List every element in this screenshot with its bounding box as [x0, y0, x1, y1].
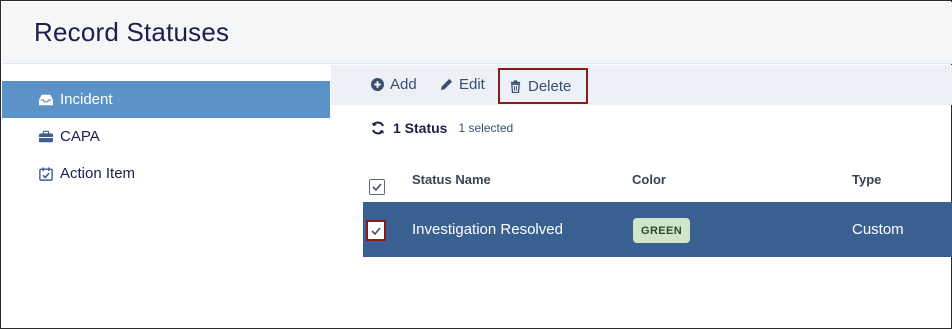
row-checkbox[interactable] — [366, 220, 386, 241]
color-badge: GREEN — [633, 218, 691, 243]
status-name-cell: Investigation Resolved — [412, 221, 563, 238]
inbox-icon — [38, 93, 54, 107]
pencil-icon — [440, 78, 453, 90]
status-count: 1 Status — [393, 120, 448, 136]
check-icon — [372, 183, 382, 192]
sidebar-item-capa[interactable]: CAPA — [2, 118, 330, 155]
delete-button[interactable]: Delete — [498, 68, 588, 104]
app-window: Record Statuses Incident CAPA Action Ite… — [0, 0, 952, 329]
refresh-icon[interactable] — [371, 121, 385, 135]
sidebar: Incident CAPA Action Item — [2, 81, 330, 192]
status-summary: 1 Status 1 selected — [371, 120, 513, 136]
column-header-type[interactable]: Type — [852, 172, 881, 187]
add-label: Add — [390, 75, 417, 93]
add-button[interactable]: Add — [371, 65, 417, 103]
plus-circle-icon — [371, 77, 384, 91]
column-header-color[interactable]: Color — [632, 172, 666, 187]
sidebar-item-incident[interactable]: Incident — [2, 81, 330, 118]
table-header: Status Name Color Type — [363, 161, 952, 201]
edit-label: Edit — [459, 75, 485, 93]
column-header-status-name[interactable]: Status Name — [412, 172, 491, 187]
briefcase-icon — [38, 130, 54, 144]
sidebar-item-label: Incident — [60, 91, 113, 108]
toolbar: Add Edit Delete — [331, 65, 952, 105]
table-row[interactable]: Investigation Resolved GREEN Custom — [363, 202, 952, 257]
type-cell: Custom — [852, 221, 904, 238]
sidebar-item-action-item[interactable]: Action Item — [2, 155, 330, 192]
edit-button[interactable]: Edit — [440, 65, 485, 103]
select-all-checkbox[interactable] — [369, 179, 385, 195]
check-icon — [371, 226, 381, 235]
calendar-check-icon — [38, 166, 54, 181]
trash-icon — [510, 79, 521, 93]
selected-count: 1 selected — [458, 121, 514, 135]
delete-label: Delete — [528, 77, 572, 95]
sidebar-item-label: CAPA — [60, 128, 100, 145]
page-header: Record Statuses — [2, 2, 952, 64]
page-title: Record Statuses — [34, 17, 230, 47]
sidebar-item-label: Action Item — [60, 165, 136, 182]
